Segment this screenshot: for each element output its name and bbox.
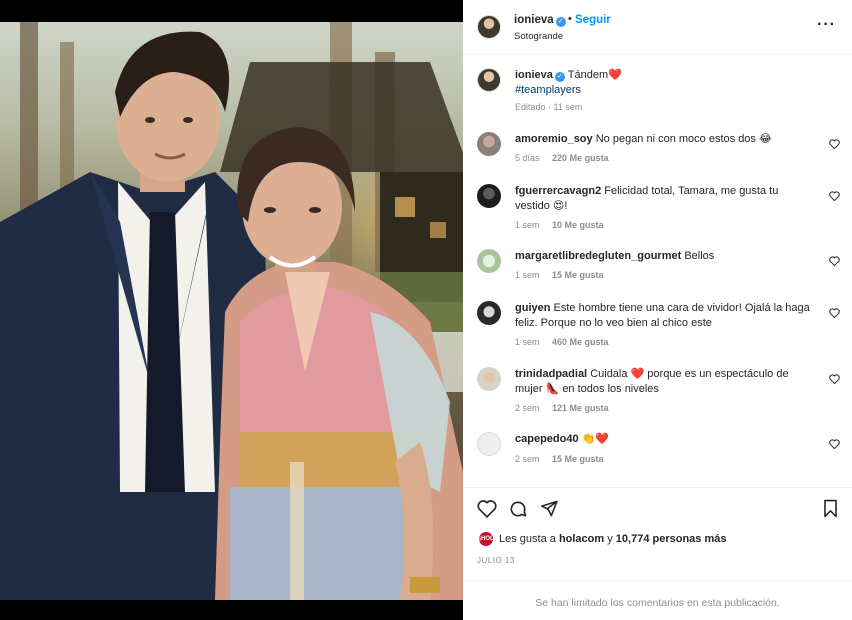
commenter-avatar[interactable]	[477, 249, 501, 273]
comment-likes[interactable]: 460 Me gusta	[552, 337, 609, 347]
instagram-post-modal: ionieva ✓ • Seguir Sotogrande ··· ionieva…	[0, 0, 852, 620]
caption-avatar[interactable]	[477, 68, 501, 92]
comment-likes[interactable]: 15 Me gusta	[552, 270, 604, 280]
post-date[interactable]: JULIO 13	[477, 556, 515, 565]
separator-dot: •	[568, 13, 572, 25]
author-avatar[interactable]	[477, 15, 501, 39]
comment-meta: 1 sem 10 Me gusta	[515, 220, 614, 230]
verified-badge-icon: ✓	[555, 17, 566, 27]
save-bookmark-icon[interactable]	[822, 499, 839, 518]
heart-emoji-icon: ❤️	[608, 69, 622, 81]
photo-panel	[0, 0, 463, 620]
comments-list[interactable]: ionieva ✓ Tándem❤️ #teamplayers Editado ·…	[463, 56, 852, 486]
comment-meta: 5 días 220 Me gusta	[515, 153, 619, 163]
comment-time: 1 sem	[515, 337, 540, 347]
location-link[interactable]: Sotogrande	[514, 31, 563, 42]
comment-time: 5 días	[515, 153, 540, 163]
liked-by-count[interactable]: 10,774 personas más	[616, 533, 727, 545]
comment-likes[interactable]: 121 Me gusta	[552, 403, 609, 413]
follow-button[interactable]: Seguir	[575, 14, 611, 26]
commenter-username[interactable]: margaretlibredegluten_gourmet	[515, 250, 681, 262]
liked-by-user[interactable]: holacom	[559, 533, 604, 545]
caption-text: ionieva ✓ Tándem❤️ #teamplayers	[515, 69, 622, 96]
like-comment-heart-icon[interactable]	[829, 308, 840, 318]
like-comment-heart-icon[interactable]	[829, 191, 840, 201]
comment-likes[interactable]: 15 Me gusta	[552, 454, 604, 464]
comment-time: 1 sem	[515, 220, 540, 230]
like-comment-heart-icon[interactable]	[829, 374, 840, 384]
comment-text: margaretlibredegluten_gourmet Bellos	[515, 250, 715, 262]
share-send-icon[interactable]	[539, 499, 559, 518]
post-header: ionieva ✓ • Seguir Sotogrande ···	[463, 0, 852, 55]
comment-text: fguerrercavagn2 Felicidad total, Tamara,…	[515, 185, 779, 212]
caption-meta: Editado · 11 sem	[515, 102, 583, 112]
comment-meta: 1 sem 15 Me gusta	[515, 270, 614, 280]
like-heart-icon[interactable]	[477, 499, 497, 518]
commenter-username[interactable]: amoremio_soy	[515, 133, 593, 145]
caption-username[interactable]: ionieva	[515, 69, 553, 81]
commenter-username[interactable]: fguerrercavagn2	[515, 185, 601, 197]
comment-meta: 2 sem 121 Me gusta	[515, 403, 619, 413]
comment-time: 2 sem	[515, 454, 540, 464]
author-username[interactable]: ionieva ✓	[514, 14, 566, 27]
comment-text: guiyen Este hombre tiene una cara de viv…	[515, 302, 810, 329]
commenter-avatar[interactable]	[477, 301, 501, 325]
like-comment-heart-icon[interactable]	[829, 439, 840, 449]
comment-text: amoremio_soy No pegan ni con moco estos …	[515, 133, 772, 145]
commenter-avatar[interactable]	[477, 432, 501, 456]
comment-icon[interactable]	[508, 499, 528, 519]
commenter-avatar[interactable]	[477, 367, 501, 391]
comment-text: capepedo40 👏❤️	[515, 433, 610, 445]
commenter-avatar[interactable]	[477, 184, 501, 208]
post-photo[interactable]	[0, 22, 463, 600]
commenter-username[interactable]: guiyen	[515, 302, 550, 314]
like-comment-heart-icon[interactable]	[829, 256, 840, 266]
liked-by: ¡HOLA! Les gusta a holacom y 10,774 pers…	[479, 532, 727, 546]
post-details-panel: ionieva ✓ • Seguir Sotogrande ··· ionieva…	[463, 0, 852, 620]
comment-time: 1 sem	[515, 270, 540, 280]
couple-photo-illustration	[0, 22, 463, 600]
comment-meta: 2 sem 15 Me gusta	[515, 454, 614, 464]
comment-text: trinidadpadial Cuidala ❤️ porque es un e…	[515, 368, 789, 395]
comment-time: 2 sem	[515, 403, 540, 413]
verified-badge-icon: ✓	[554, 72, 565, 82]
post-actions: ¡HOLA! Les gusta a holacom y 10,774 pers…	[463, 487, 852, 580]
comment-meta: 1 sem 460 Me gusta	[515, 337, 619, 347]
more-options-icon[interactable]: ···	[817, 16, 836, 34]
comments-limited-notice: Se han limitado los comentarios en esta …	[463, 580, 852, 620]
commenter-username[interactable]: capepedo40	[515, 433, 579, 445]
like-comment-heart-icon[interactable]	[829, 139, 840, 149]
liked-by-avatar[interactable]: ¡HOLA!	[479, 532, 500, 546]
comment-likes[interactable]: 10 Me gusta	[552, 220, 604, 230]
commenter-avatar[interactable]	[477, 132, 501, 156]
comment-likes[interactable]: 220 Me gusta	[552, 153, 609, 163]
commenter-username[interactable]: trinidadpadial	[515, 368, 587, 380]
hashtag-link[interactable]: #teamplayers	[515, 84, 581, 96]
